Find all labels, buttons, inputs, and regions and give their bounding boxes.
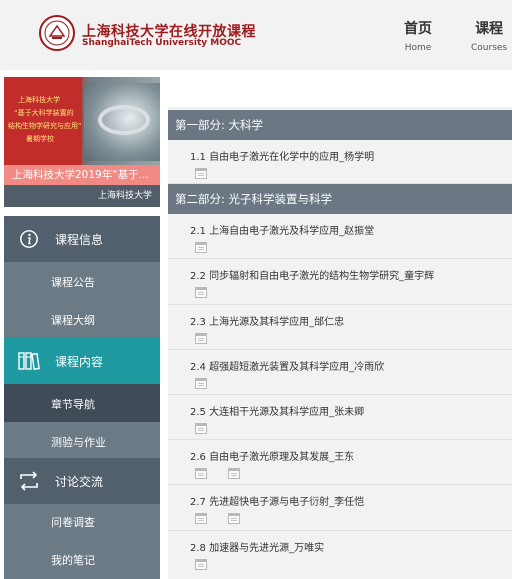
video-icon[interactable] — [228, 513, 240, 524]
cover-text-line: “基于大科学装置的 — [14, 109, 74, 117]
sidebar-item-label: 问卷调查 — [51, 516, 95, 529]
nav-home-label: 首页 — [404, 21, 432, 37]
sidebar-item-announcements[interactable]: 课程公告 — [4, 262, 160, 300]
sidebar-item-label: 测验与作业 — [51, 436, 106, 449]
lesson-item[interactable]: 2.4 超强超短激光装置及其科学应用_冷雨欣 — [168, 350, 512, 395]
lesson-item[interactable]: 2.1 上海自由电子激光及科学应用_赵振堂 — [168, 214, 512, 259]
site-header: 上海科技大学在线开放课程 ShanghaiTech University MOO… — [0, 0, 512, 70]
sidebar-section-course-content[interactable]: 课程内容 — [4, 338, 160, 384]
lesson-title[interactable]: 2.4 超强超短激光装置及其科学应用_冷雨欣 — [190, 358, 384, 373]
lesson-item[interactable]: 2.2 同步辐射和自由电子激光的结构生物学研究_童宇辉 — [168, 259, 512, 305]
video-icon[interactable] — [195, 287, 207, 298]
lesson-title[interactable]: 2.3 上海光源及其科学应用_邰仁忠 — [190, 313, 344, 328]
video-icon[interactable] — [195, 423, 207, 434]
part-header: 第二部分: 光子科学装置与科学 — [168, 184, 512, 214]
lesson-title[interactable]: 1.1 自由电子激光在化学中的应用_杨学明 — [190, 148, 374, 163]
nav-courses[interactable]: 课程 Courses — [471, 18, 507, 53]
synchrotron-photo — [84, 83, 160, 161]
video-icon[interactable] — [195, 242, 207, 253]
nav-home[interactable]: 首页 Home — [404, 18, 432, 53]
lesson-item[interactable]: 2.5 大连相干光源及其科学应用_张未卿 — [168, 395, 512, 440]
course-title[interactable]: 上海科技大学2019年“基于... — [4, 165, 160, 185]
lesson-item[interactable]: 2.7 先进超快电子源与电子衍射_李任恺 — [168, 485, 512, 531]
nav-courses-sublabel: Courses — [471, 43, 508, 53]
lesson-title[interactable]: 2.7 先进超快电子源与电子衍射_李任恺 — [190, 493, 364, 508]
sidebar-item-label: 课程公告 — [51, 276, 95, 289]
video-icon[interactable] — [195, 333, 207, 344]
sidebar-item-chapter-navigation[interactable]: 章节导航 — [4, 384, 160, 422]
chapter-list: 第一部分: 大科学 1.1 自由电子激光在化学中的应用_杨学明 第二部分: 光子… — [168, 107, 512, 579]
video-icon[interactable] — [228, 468, 240, 479]
info-icon — [20, 230, 38, 248]
sidebar-item-label: 课程大纲 — [51, 314, 95, 327]
video-icon[interactable] — [195, 559, 207, 570]
sidebar-section-label: 讨论交流 — [55, 475, 104, 489]
lesson-title[interactable]: 2.1 上海自由电子激光及科学应用_赵振堂 — [190, 222, 374, 237]
university-seal-icon[interactable] — [39, 15, 75, 51]
part-header: 第一部分: 大科学 — [168, 110, 512, 140]
cover-text-line: 结构生物学研究与应用” — [8, 122, 82, 130]
course-organization: 上海科技大学 — [4, 185, 160, 207]
sidebar-item-label: 我的笔记 — [51, 554, 95, 567]
lesson-title[interactable]: 2.2 同步辐射和自由电子激光的结构生物学研究_童宇辉 — [190, 267, 434, 282]
nav-home-sublabel: Home — [404, 43, 432, 53]
sidebar-section-label: 课程信息 — [55, 233, 104, 247]
sidebar-item-label: 章节导航 — [51, 398, 95, 411]
sidebar-item-syllabus[interactable]: 课程大纲 — [4, 300, 160, 338]
course-cover-image: 上海科技大学 “基于大科学装置的 结构生物学研究与应用” 暑期学校 — [4, 77, 160, 165]
exchange-arrows-icon — [20, 471, 38, 491]
video-icon[interactable] — [195, 378, 207, 389]
nav-courses-label: 课程 — [475, 21, 504, 37]
course-sidebar: 课程信息 课程公告 课程大纲 课程内容 章节导航 测验与作业 讨论交流 问卷调查 — [4, 216, 160, 579]
video-icon[interactable] — [195, 513, 207, 524]
cover-text-line: 暑期学校 — [26, 135, 54, 143]
lesson-item[interactable]: 1.1 自由电子激光在化学中的应用_杨学明 — [168, 140, 512, 184]
lesson-title[interactable]: 2.6 自由电子激光原理及其发展_王东 — [190, 448, 354, 463]
sidebar-item-my-notes[interactable]: 我的笔记 — [4, 540, 160, 578]
lesson-item[interactable]: 2.6 自由电子激光原理及其发展_王东 — [168, 440, 512, 485]
lesson-title[interactable]: 2.5 大连相干光源及其科学应用_张未卿 — [190, 403, 364, 418]
video-icon[interactable] — [195, 168, 207, 179]
sidebar-item-survey[interactable]: 问卷调查 — [4, 502, 160, 540]
cover-poster: 上海科技大学 “基于大科学装置的 结构生物学研究与应用” 暑期学校 — [4, 77, 82, 165]
sidebar-section-course-info[interactable]: 课程信息 — [4, 216, 160, 262]
lesson-item[interactable]: 2.8 加速器与先进光源_万唯实 — [168, 531, 512, 579]
video-icon[interactable] — [195, 468, 207, 479]
lesson-title[interactable]: 2.8 加速器与先进光源_万唯实 — [190, 539, 324, 554]
course-banner[interactable]: 上海科技大学 “基于大科学装置的 结构生物学研究与应用” 暑期学校 上海科技大学… — [4, 77, 160, 207]
lesson-item[interactable]: 2.3 上海光源及其科学应用_邰仁忠 — [168, 305, 512, 350]
sidebar-section-discussion[interactable]: 讨论交流 — [4, 458, 160, 504]
sidebar-item-quizzes-assignments[interactable]: 测验与作业 — [4, 422, 160, 460]
books-icon — [18, 352, 40, 370]
cover-text-line: 上海科技大学 — [18, 96, 60, 104]
site-logo-subtitle: ShanghaiTech University MOOC — [82, 38, 242, 48]
sidebar-section-label: 课程内容 — [55, 355, 104, 369]
